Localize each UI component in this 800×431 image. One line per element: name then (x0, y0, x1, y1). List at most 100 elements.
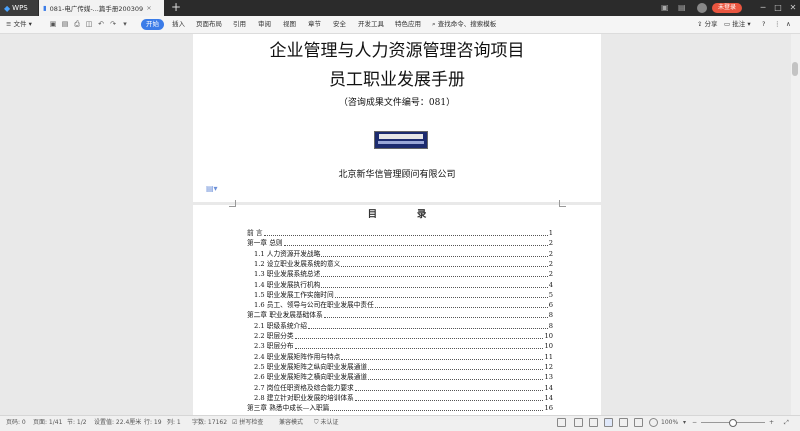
zoom-dropdown-icon[interactable]: ▾ (683, 415, 686, 430)
toc-entry-page: 16 (544, 404, 553, 413)
status-pages[interactable]: 页面: 1/41 (33, 415, 62, 430)
toc-entry[interactable]: 2.1 职级系统介绍 8 (247, 320, 553, 331)
chevron-down-icon: ▾ (28, 20, 32, 28)
print-icon[interactable]: ⎙ (72, 19, 82, 29)
close-icon[interactable]: ✕ (786, 1, 800, 15)
comment-label: 批注 (732, 20, 746, 28)
tab-home[interactable]: 开始 (141, 19, 164, 30)
write-mode-icon[interactable] (619, 418, 628, 427)
fit-page-icon[interactable]: ⤢ (784, 415, 789, 430)
paragraph-mark-icon[interactable]: ▤▾ (206, 184, 218, 193)
tab-review[interactable]: 审阅 (258, 16, 271, 33)
toc-entry[interactable]: 2.8 建立针对职业发展的培训体系 14 (247, 392, 553, 404)
wps-logo-icon: ◆ (4, 3, 11, 13)
toc-entry[interactable]: 2.6 职业发展矩阵之横向职业发展通道 13 (247, 372, 553, 383)
chevron-down-icon: ▾ (747, 20, 751, 28)
toc-entry[interactable]: 第二章 职业发展基础体系 8 (247, 310, 553, 321)
toc-entry[interactable]: 1.5 职业发展工作实施时间 5 (247, 289, 553, 301)
help-button[interactable]: ? (762, 16, 765, 33)
toc-entry-page: 8 (548, 311, 553, 320)
toc-entry[interactable]: 2.4 职业发展矩阵作用与特点 11 (247, 351, 553, 362)
toc-page[interactable]: 目 录 前 言 1 第一章 总则 2 1.1 人力资源开发战略 2 1.2 设立职业发展系统… (193, 200, 601, 415)
toc-entry[interactable]: 2.3 职层分布 10 (247, 341, 553, 352)
comment-button[interactable]: ▭ 批注 ▾ (724, 16, 751, 33)
minimize-icon[interactable]: ─ (756, 1, 770, 15)
toc-entry-title: 2.4 职业发展矩阵作用与特点 (247, 351, 341, 362)
more-icon[interactable]: ⋮ (774, 16, 781, 33)
toc-leader-dots (341, 352, 544, 360)
page-view-icon[interactable] (574, 418, 583, 427)
scrollbar-thumb[interactable] (792, 62, 798, 76)
command-search[interactable]: ⌕ 查找命令、搜索模板 (432, 16, 496, 33)
zoom-in-icon[interactable]: + (769, 415, 774, 430)
skin-icon[interactable]: ▤ (678, 3, 688, 13)
zoom-slider-knob[interactable] (729, 419, 737, 427)
certification[interactable]: ⛉ 未认证 (314, 415, 338, 430)
file-menu[interactable]: ≡ 文件 ▾ (6, 16, 32, 33)
print-preview-icon[interactable]: ◫ (84, 19, 94, 29)
eye-protect-icon[interactable] (557, 418, 566, 427)
tab-close-icon[interactable]: × (146, 4, 151, 12)
tab-chapter[interactable]: 章节 (308, 16, 321, 33)
tab-insert[interactable]: 插入 (172, 16, 185, 33)
undo-icon[interactable]: ↶ (96, 19, 106, 29)
collapse-ribbon-icon[interactable]: ∧ (786, 16, 791, 33)
share-label: 分享 (704, 20, 718, 28)
vertical-scrollbar[interactable] (791, 34, 800, 415)
toc-entry-page: 10 (544, 332, 553, 340)
toc-entry[interactable]: 第三章 熟悉中成长—入职篇 16 (247, 403, 553, 414)
app-tab[interactable]: ◆ WPS (0, 0, 38, 16)
tab-special[interactable]: 特色应用 (395, 16, 421, 33)
status-word-count[interactable]: 字数: 17162 (192, 415, 227, 430)
share-button[interactable]: ⇪ 分享 (697, 16, 718, 33)
focus-mode-icon[interactable] (649, 418, 658, 427)
tab-security[interactable]: 安全 (333, 16, 346, 33)
toc-leader-dots (283, 238, 548, 247)
hamburger-icon: ≡ (6, 20, 12, 28)
new-tab-button[interactable]: + (168, 0, 184, 16)
tab-page-layout[interactable]: 页面布局 (196, 16, 222, 33)
toc-entry[interactable]: 前 言 1 (247, 228, 553, 239)
toc-entry[interactable]: 1.6 员工、领导与公司在职业发展中责任 6 (247, 300, 553, 311)
toc-leader-dots (368, 372, 544, 381)
tab-references[interactable]: 引用 (233, 16, 246, 33)
maximize-icon[interactable]: □ (771, 1, 785, 15)
toc-entry-title: 1.2 设立职业发展系统的意义 (247, 258, 341, 270)
ai-icon[interactable]: ▣ (661, 3, 671, 13)
toc-entry[interactable]: 1.1 人力资源开发战略 2 (247, 248, 553, 259)
redo-icon[interactable]: ↷ (108, 19, 118, 29)
document-icon: ▮ (43, 4, 47, 12)
document-area[interactable]: 企业管理与人力资源管理咨询项目 员工职业发展手册 （咨询成果文件编号：081） … (0, 34, 791, 415)
cover-page[interactable]: 企业管理与人力资源管理咨询项目 员工职业发展手册 （咨询成果文件编号：081） … (193, 34, 601, 202)
toc-entry[interactable]: 2.5 职业发展矩阵之纵向职业发展通道 12 (247, 361, 553, 373)
read-mode-icon[interactable] (634, 418, 643, 427)
tab-view[interactable]: 视图 (283, 16, 296, 33)
toc-entry-page: 4 (548, 280, 553, 289)
company-name: 北京新华信管理顾问有限公司 (338, 170, 456, 180)
toc-entry[interactable]: 2.7 岗位任职资格及综合能力要求 14 (247, 382, 553, 393)
document-tab[interactable]: ▮ 081-电广传媒-...篇手册200309 × (39, 0, 164, 16)
toc-entry[interactable]: 2.2 职层分类 10 (247, 331, 553, 342)
toc-entry[interactable]: 1.2 设立职业发展系统的意义 2 (247, 258, 553, 270)
customize-icon[interactable]: ▾ (120, 19, 130, 29)
web-view-icon[interactable] (604, 418, 613, 427)
user-avatar-icon[interactable] (697, 3, 707, 13)
toc-entry-page: 14 (544, 383, 553, 392)
toc-entry-page: 1 (548, 229, 553, 237)
spell-check[interactable]: ☑ 拼写检查 (232, 415, 263, 430)
login-button[interactable]: 未登录 (712, 3, 742, 13)
zoom-level[interactable]: 100% (661, 415, 678, 430)
share-icon: ⇪ (697, 20, 703, 28)
toc-entry[interactable]: 1.3 职业发展系统总述 2 (247, 269, 553, 280)
toc-entry-title: 2.7 岗位任职资格及综合能力要求 (247, 382, 354, 393)
toc-entry-title: 2.6 职业发展矩阵之横向职业发展通道 (247, 372, 368, 383)
tab-developer[interactable]: 开发工具 (358, 16, 384, 33)
toc-entry-title: 1.3 职业发展系统总述 (247, 269, 321, 280)
toc-entry-page: 2 (548, 239, 553, 248)
save-icon[interactable]: ▣ (48, 19, 58, 29)
toc-entry[interactable]: 1.4 职业发展执行机构 4 (247, 279, 553, 290)
toc-entry[interactable]: 第一章 总则 2 (247, 238, 553, 249)
zoom-out-icon[interactable]: − (692, 415, 697, 430)
output-pdf-icon[interactable]: ▤ (60, 19, 70, 29)
outline-view-icon[interactable] (589, 418, 598, 427)
